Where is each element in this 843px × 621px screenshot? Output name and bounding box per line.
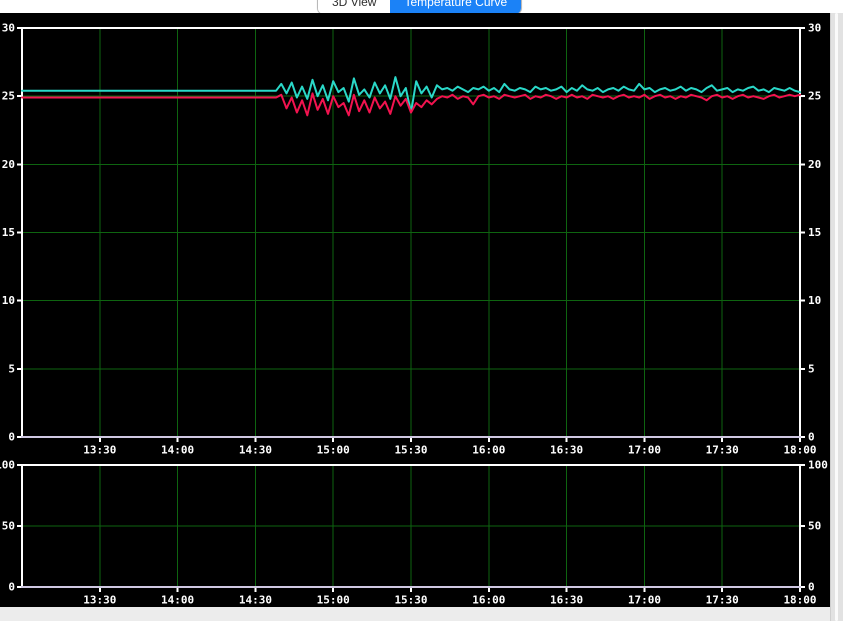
scrollbar-thumb[interactable]	[835, 13, 838, 621]
chart-1	[17, 465, 805, 592]
x-tick-label: 13:30	[83, 594, 116, 607]
chart-panel: 13:30 14:00 14:30 15:00 15:30 16:00 16:30 17:00…	[0, 13, 830, 607]
view-tab-strip: 3D View Temperature Curve	[0, 0, 843, 13]
x-tick-label: 17:00	[628, 444, 661, 457]
x-tick-label: 14:00	[161, 444, 194, 457]
y-tick-label-right: 5	[808, 362, 815, 375]
x-tick-label: 15:00	[317, 594, 350, 607]
vertical-scrollbar[interactable]	[830, 13, 843, 621]
x-tick-label: 17:30	[706, 594, 739, 607]
x-tick-label: 14:30	[239, 594, 272, 607]
y-tick-label-left: 5	[8, 362, 15, 375]
tab-3d-view[interactable]: 3D View	[318, 0, 390, 13]
x-tick-label: 15:00	[317, 444, 350, 457]
y-tick-label-left: 0	[8, 431, 15, 444]
x-tick-label: 15:30	[394, 444, 427, 457]
x-tick-label: 16:30	[550, 444, 583, 457]
x-tick-label: 13:30	[83, 444, 116, 457]
y-tick-label-right: 25	[808, 90, 821, 103]
y-tick-label-right: 15	[808, 226, 821, 239]
x-tick-label: 14:30	[239, 444, 272, 457]
x-tick-label: 17:30	[706, 444, 739, 457]
y-tick-label-right: 50	[808, 520, 821, 533]
y-tick-label-left: 10	[2, 294, 15, 307]
y-tick-label-left: 100	[0, 459, 15, 472]
x-tick-label: 18:00	[783, 594, 816, 607]
x-tick-label: 16:30	[550, 594, 583, 607]
y-tick-label-right: 0	[808, 581, 815, 594]
x-tick-label: 18:00	[783, 444, 816, 457]
x-tick-label: 17:00	[628, 594, 661, 607]
chart-0	[17, 28, 805, 442]
view-segmented-control: 3D View Temperature Curve	[317, 0, 522, 13]
x-tick-label: 14:00	[161, 594, 194, 607]
y-tick-label-right: 10	[808, 294, 821, 307]
y-tick-label-left: 30	[2, 22, 15, 35]
y-tick-label-right: 30	[808, 22, 821, 35]
y-tick-label-right: 0	[808, 431, 815, 444]
y-tick-label-left: 15	[2, 226, 15, 239]
y-tick-label-right: 20	[808, 158, 821, 171]
y-tick-label-left: 25	[2, 90, 15, 103]
y-tick-label-left: 20	[2, 158, 15, 171]
y-tick-label-left: 50	[2, 520, 15, 533]
temperature-charts: 13:30 14:00 14:30 15:00 15:30 16:00 16:30 17:00…	[0, 13, 830, 607]
x-tick-label: 16:00	[472, 594, 505, 607]
tab-temperature-curve[interactable]: Temperature Curve	[390, 0, 521, 13]
bottom-margin-strip	[0, 607, 830, 621]
x-tick-label: 16:00	[472, 444, 505, 457]
y-tick-label-right: 100	[808, 459, 828, 472]
y-tick-label-left: 0	[8, 581, 15, 594]
x-tick-label: 15:30	[394, 594, 427, 607]
